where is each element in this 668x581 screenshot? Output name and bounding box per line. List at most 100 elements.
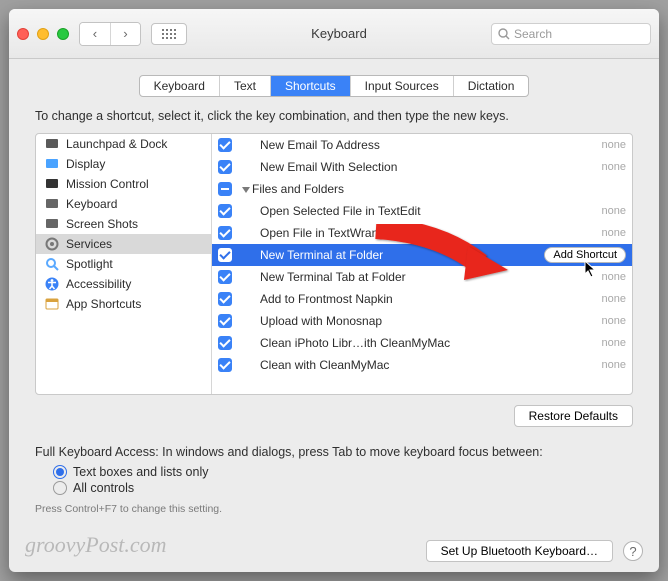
service-checkbox[interactable] [218,336,232,350]
service-item[interactable]: New Email With Selection none [212,156,632,178]
service-item[interactable]: Open Selected File in TextEditnone [212,200,632,222]
restore-defaults-button[interactable]: Restore Defaults [514,405,633,427]
service-checkbox[interactable] [218,270,232,284]
category-sidebar: Launchpad & Dock Display Mission Control Ke… [36,134,212,394]
shortcut-value[interactable]: none [562,315,626,327]
service-label: Clean with CleanMyMac [238,358,556,372]
service-item[interactable]: New Terminal at FolderAdd Shortcut [212,244,632,266]
spotlight-icon [44,256,60,272]
sidebar-item-display[interactable]: Display [36,154,211,174]
titlebar: ‹ › Keyboard Search [9,9,659,59]
radio-icon [53,465,67,479]
radio-label: Text boxes and lists only [73,465,209,479]
sidebar-item-keyboard[interactable]: Keyboard [36,194,211,214]
tab-shortcuts[interactable]: Shortcuts [270,76,350,96]
forward-button[interactable]: › [110,23,140,45]
apps-icon [44,296,60,312]
close-icon[interactable] [17,28,29,40]
sidebar-item-mission-control[interactable]: Mission Control [36,174,211,194]
display-icon [44,156,60,172]
gear-icon [44,236,60,252]
sidebar-item-label: Spotlight [66,257,113,271]
service-item[interactable]: Clean with CleanMyMac none [212,354,632,376]
sidebar-item-services[interactable]: Services [36,234,211,254]
window-controls [17,28,69,40]
service-checkbox[interactable] [218,182,232,196]
service-item[interactable]: Clean iPhoto Libr…ith CleanMyMac none [212,332,632,354]
access-heading: Full Keyboard Access: In windows and dia… [35,445,633,459]
service-label: New Email To Address [238,138,556,152]
tab-input-sources[interactable]: Input Sources [350,76,453,96]
show-all-button[interactable] [151,23,187,45]
screenshot-icon [44,216,60,232]
nav-back-forward: ‹ › [79,22,141,46]
access-radio-0[interactable]: Text boxes and lists only [53,465,633,479]
tab-dictation[interactable]: Dictation [453,76,529,96]
service-checkbox[interactable] [218,204,232,218]
service-group[interactable]: Files and Folders [212,178,632,200]
service-label: New Terminal at Folder [238,248,538,262]
help-button[interactable]: ? [623,541,643,561]
service-checkbox[interactable] [218,292,232,306]
restore-row: Restore Defaults [35,405,633,427]
service-label: Add to Frontmost Napkin [238,292,556,306]
sidebar-item-launchpad-dock[interactable]: Launchpad & Dock [36,134,211,154]
zoom-icon[interactable] [57,28,69,40]
radio-icon [53,481,67,495]
back-button[interactable]: ‹ [80,23,110,45]
service-label: New Email With Selection [238,160,556,174]
sidebar-item-label: Launchpad & Dock [66,137,167,151]
bluetooth-keyboard-button[interactable]: Set Up Bluetooth Keyboard… [426,540,613,562]
service-checkbox[interactable] [218,358,232,372]
sidebar-item-label: Screen Shots [66,217,138,231]
service-label: Clean iPhoto Libr…ith CleanMyMac [238,336,556,350]
sidebar-item-label: Mission Control [66,177,149,191]
service-label: New Terminal Tab at Folder [238,270,556,284]
service-checkbox[interactable] [218,226,232,240]
sidebar-item-app-shortcuts[interactable]: App Shortcuts [36,294,211,314]
search-icon [498,28,510,40]
tab-keyboard[interactable]: Keyboard [140,76,219,96]
service-item[interactable]: Add to Frontmost Napkin none [212,288,632,310]
shortcut-value[interactable]: none [562,139,626,151]
sidebar-item-label: Display [66,157,105,171]
radio-label: All controls [73,481,134,495]
disclosure-triangle-icon[interactable] [242,187,250,193]
access-radio-1[interactable]: All controls [53,481,633,495]
service-label: Open File in TextWrangler [238,226,556,240]
service-item[interactable]: New Email To Address none [212,134,632,156]
shortcut-value[interactable]: none [562,161,626,173]
service-checkbox[interactable] [218,248,232,262]
accessibility-icon [44,276,60,292]
watermark: groovyPost.com [25,532,167,558]
launchpad-icon [44,136,60,152]
service-item[interactable]: Open File in TextWrangler none [212,222,632,244]
group-label: Files and Folders [238,182,626,196]
window-title: Keyboard [187,26,491,41]
service-checkbox[interactable] [218,160,232,174]
grid-icon [162,29,176,39]
service-checkbox[interactable] [218,138,232,152]
keyboard-icon [44,196,60,212]
shortcut-value[interactable]: none [562,205,626,217]
search-placeholder: Search [514,27,552,41]
minimize-icon[interactable] [37,28,49,40]
service-checkbox[interactable] [218,314,232,328]
full-keyboard-access: Full Keyboard Access: In windows and dia… [35,445,633,495]
services-list: New Email To AddressnoneNew Email With S… [212,134,632,394]
sidebar-item-label: Keyboard [66,197,117,211]
sidebar-item-accessibility[interactable]: Accessibility [36,274,211,294]
tab-text[interactable]: Text [219,76,270,96]
sidebar-item-spotlight[interactable]: Spotlight [36,254,211,274]
sidebar-item-label: Services [66,237,112,251]
shortcut-value[interactable]: none [562,227,626,239]
shortcut-value[interactable]: none [562,359,626,371]
shortcut-value[interactable]: none [562,293,626,305]
shortcut-value[interactable]: none [562,337,626,349]
instruction-text: To change a shortcut, select it, click t… [35,109,633,123]
sidebar-item-screen-shots[interactable]: Screen Shots [36,214,211,234]
service-item[interactable]: Upload with Monosnapnone [212,310,632,332]
search-input[interactable]: Search [491,23,651,45]
access-hint: Press Control+F7 to change this setting. [35,503,633,515]
service-item[interactable]: New Terminal Tab at Foldernone [212,266,632,288]
